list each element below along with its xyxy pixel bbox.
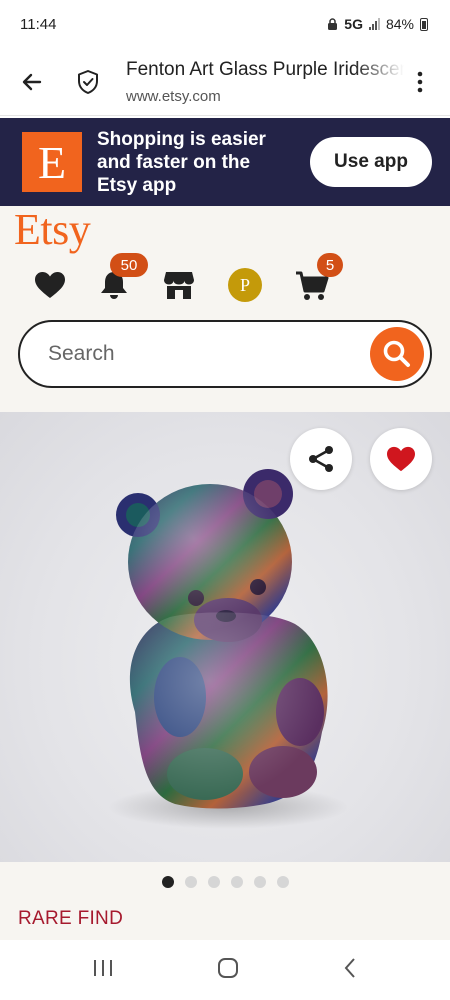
more-vertical-icon [417,71,423,92]
recent-apps-button[interactable] [92,958,114,983]
status-time: 11:44 [20,15,57,33]
etsy-app-logo: E [22,132,82,192]
site-security-button[interactable] [72,66,104,98]
cart-count-badge: 5 [317,253,343,277]
favorite-button[interactable] [370,428,432,490]
storefront-icon [164,272,194,299]
app-banner: E Shopping is easier and faster on the E… [0,118,450,206]
recents-icon [93,959,112,976]
browser-toolbar: Fenton Art Glass Purple Iridescent www.e… [0,48,450,116]
page-title: Fenton Art Glass Purple Iridescent [126,58,404,80]
carousel-indicators [0,876,450,888]
heart-icon [35,272,65,298]
carousel-dot[interactable] [161,876,174,888]
rare-find-badge: RARE FIND [18,908,124,929]
battery-icon [420,17,428,31]
arrow-left-icon [22,73,42,90]
account-avatar[interactable]: P [228,268,262,302]
favorites-button[interactable] [32,267,68,303]
carousel-dot[interactable] [276,876,289,888]
notifications-count-badge: 50 [110,253,148,277]
more-options-button[interactable] [404,66,436,98]
signal-icon [368,18,380,30]
shop-manager-button[interactable] [161,267,197,303]
carousel-dot[interactable] [230,876,243,888]
status-icons: 5G 84% [327,16,428,32]
page-url: www.etsy.com [126,87,221,105]
nav-back-button[interactable] [342,957,358,984]
status-bar: 11:44 5G 84% [0,0,450,48]
battery-label: 84% [385,16,414,32]
address-bar[interactable]: Fenton Art Glass Purple Iridescent www.e… [126,59,404,105]
search-bar [18,320,432,388]
heart-filled-icon [387,446,415,472]
share-button[interactable] [290,428,352,490]
search-button[interactable] [370,327,424,381]
network-label: 5G [344,16,363,32]
listing-image-carousel[interactable] [0,412,450,862]
search-icon [383,340,410,367]
home-icon [217,957,238,978]
back-button[interactable] [16,66,48,98]
banner-text: Shopping is easier and faster on the Ets… [97,128,266,196]
home-button[interactable] [217,957,239,984]
share-icon [309,446,333,472]
lock-icon [328,17,338,30]
carousel-dot[interactable] [207,876,220,888]
etsy-logo[interactable]: Etsy [14,204,91,255]
page: 11:44 5G 84% Fenton Art Glass Purple Iri… [0,0,450,1000]
system-navigation-bar [0,940,450,1000]
use-app-button[interactable]: Use app [310,137,432,187]
shield-check-icon [78,69,98,94]
chevron-left-icon [344,957,356,978]
carousel-dot[interactable] [253,876,266,888]
carousel-dot[interactable] [184,876,197,888]
